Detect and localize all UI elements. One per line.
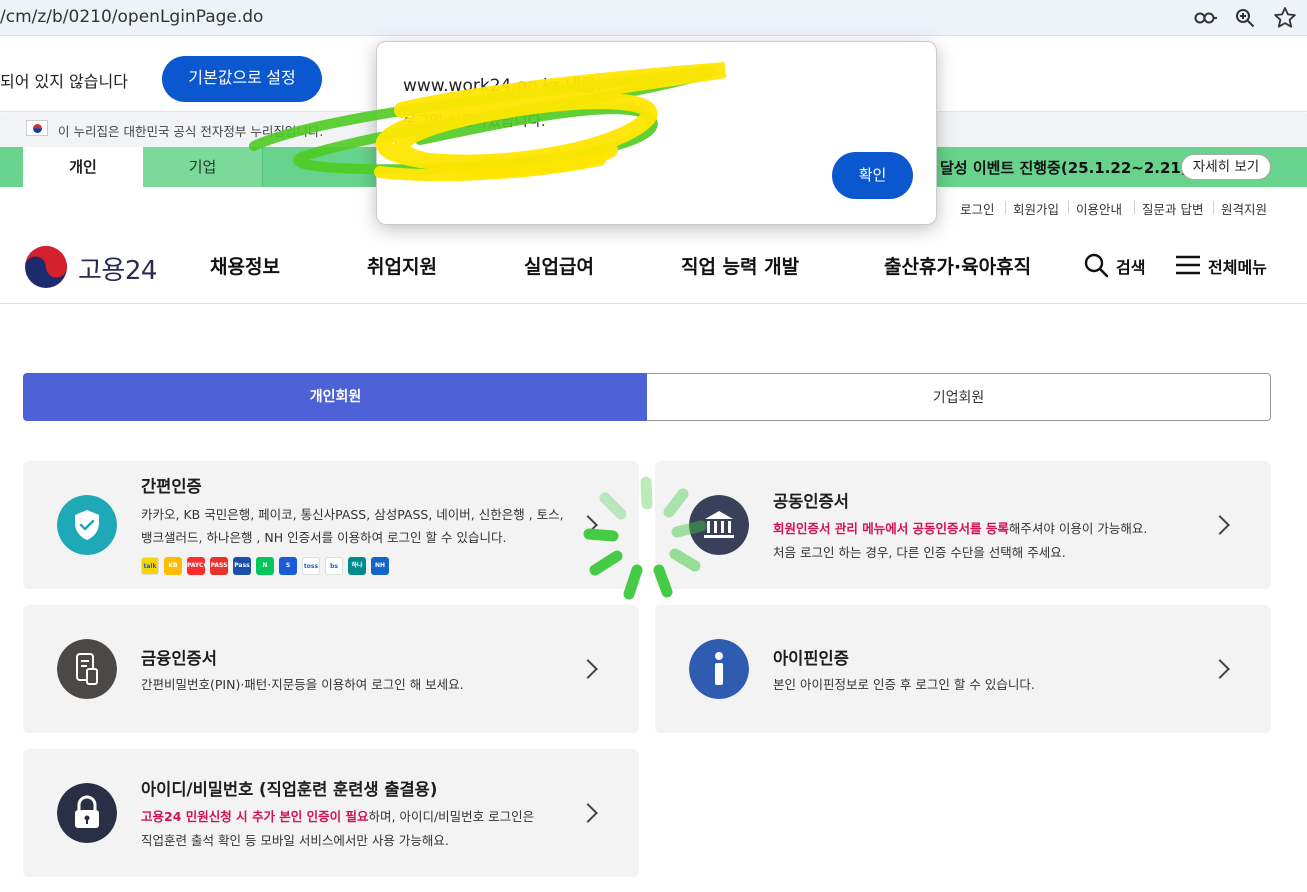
bank-logo-icon: 하나	[348, 557, 366, 575]
bank-logo-icon: S	[279, 557, 297, 575]
bookmark-star-icon[interactable]	[1272, 5, 1298, 31]
bank-logo-icon: PAYCO	[187, 557, 205, 575]
card-desc-2: 뱅크샐러드, 하나은행 , NH 인증서를 이용하여 로그인 할 수 있습니다.	[141, 530, 507, 545]
id-password-card[interactable]: 아이디/비밀번호 (직업훈련 훈련생 출결용) 고용24 민원신청 시 추가 본…	[23, 749, 639, 877]
card-desc-2: 직업훈련 출석 확인 등 모바일 서비스에서만 사용 가능해요.	[141, 833, 449, 848]
card-desc-1: 고용24 민원신청 시 추가 본인 인증이 필요하며, 아이디/비밀번호 로그인…	[141, 805, 534, 829]
bank-logo-icon: KB	[164, 557, 182, 575]
chevron-right-icon	[1210, 515, 1230, 535]
loading-spinner-icon	[583, 476, 707, 600]
tab-business-member[interactable]: 기업회원	[647, 373, 1271, 421]
shield-check-icon	[57, 495, 117, 555]
alert-dialog: www.work24.go.kr 내용: 로그인 성공하였습니다. 확인	[376, 41, 937, 225]
dialog-message: 로그인 성공하였습니다.	[403, 114, 546, 130]
joint-cert-card[interactable]: 공동인증서 회원인증서 관리 메뉴에서 공동인증서를 등록해주셔야 이용이 가능…	[655, 461, 1271, 589]
required-highlight: 고용24 민원신청 시 추가 본인 인증이 필요	[141, 809, 369, 824]
finance-cert-card[interactable]: 금융인증서 간편비밀번호(PIN)·패턴·지문등을 이용하여 로그인 해 보세요…	[23, 605, 639, 733]
chevron-right-icon	[1210, 659, 1230, 679]
bank-logo-icon: Pass	[233, 557, 251, 575]
dialog-ok-button[interactable]: 확인	[832, 152, 913, 199]
main-header: 고용24 채용정보 취업지원 실업급여 직업 능력 개발 출산휴가·육아휴직 검…	[0, 230, 1307, 304]
util-remote[interactable]: 원격지원	[1221, 199, 1267, 218]
card-desc-1: 카카오, KB 국민은행, 페이코, 통신사PASS, 삼성PASS, 네이버,…	[141, 507, 564, 522]
card-title: 공동인증서	[773, 492, 849, 511]
bank-logo-icon: toss	[302, 557, 320, 575]
card-title: 간편인증	[141, 477, 202, 496]
simple-auth-card[interactable]: 간편인증 카카오, KB 국민은행, 페이코, 통신사PASS, 삼성PASS,…	[23, 461, 639, 589]
util-guide[interactable]: 이용안내	[1076, 199, 1122, 218]
card-desc-1: 회원인증서 관리 메뉴에서 공동인증서를 등록해주셔야 이용이 가능해요.	[773, 517, 1147, 541]
korea-flag-icon	[26, 120, 48, 136]
bank-logo-icon: talk	[141, 557, 159, 575]
nav-jobs[interactable]: 채용정보	[210, 252, 280, 279]
info-icon	[689, 639, 749, 699]
lock-icon	[57, 783, 117, 843]
tab-business[interactable]: 기업	[143, 147, 263, 187]
bank-logo-icon: PASS	[210, 557, 228, 575]
tab-personal-member[interactable]: 개인회원	[23, 373, 648, 421]
chevron-right-icon	[578, 803, 598, 823]
chevron-right-icon	[578, 659, 598, 679]
set-default-button[interactable]: 기본값으로 설정	[162, 56, 322, 102]
card-desc-1-rest: 하며, 아이디/비밀번호 로그인은	[368, 809, 535, 824]
logo-taegeuk-icon[interactable]	[24, 245, 68, 289]
gov-banner-text: 이 누리집은 대한민국 공식 전자정부 누리집입니다.	[58, 124, 324, 139]
util-qna[interactable]: 질문과 답변	[1142, 199, 1203, 218]
card-title: 아이디/비밀번호 (직업훈련 훈련생 출결용)	[141, 780, 438, 799]
menu-label[interactable]: 전체메뉴	[1208, 254, 1267, 278]
logo-text[interactable]: 고용24	[78, 250, 157, 287]
nav-vocational-training[interactable]: 직업 능력 개발	[681, 252, 799, 279]
dialog-title: www.work24.go.kr 내용:	[403, 76, 603, 96]
search-icon[interactable]	[1083, 252, 1109, 278]
zoom-icon[interactable]	[1232, 5, 1258, 31]
card-desc-1: 간편비밀번호(PIN)·패턴·지문등을 이용하여 로그인 해 보세요.	[141, 677, 464, 692]
required-highlight: 회원인증서 관리 메뉴에서 공동인증서를 등록	[773, 521, 1009, 536]
card-desc-2: 처음 로그인 하는 경우, 다른 인증 수단을 선택해 주세요.	[773, 545, 1066, 560]
bank-logo-icon: NH	[371, 557, 389, 575]
util-signup[interactable]: 회원가입	[1013, 199, 1059, 218]
util-login[interactable]: 로그인	[960, 199, 995, 218]
event-banner-text[interactable]: 달성 이벤트 진행중(25.1.22~2.21)	[940, 157, 1188, 178]
card-title: 금융인증서	[141, 649, 217, 668]
infobar-message: 되어 있지 않습니다	[0, 72, 128, 91]
ipin-card[interactable]: 아이핀인증 본인 아이핀정보로 인증 후 로그인 할 수 있습니다.	[655, 605, 1271, 733]
bank-logo-icon: N	[256, 557, 274, 575]
key-icon[interactable]	[1192, 5, 1218, 31]
document-phone-icon	[57, 639, 117, 699]
browser-address-bar: /cm/z/b/0210/openLginPage.do	[0, 0, 1307, 36]
bank-logo-icon: bs	[325, 557, 343, 575]
search-label[interactable]: 검색	[1116, 254, 1145, 278]
card-desc-1-rest: 해주셔야 이용이 가능해요.	[1008, 521, 1148, 536]
tab-personal[interactable]: 개인	[23, 147, 143, 187]
url-text[interactable]: /cm/z/b/0210/openLginPage.do	[0, 7, 263, 27]
card-desc-1: 본인 아이핀정보로 인증 후 로그인 할 수 있습니다.	[773, 677, 1035, 692]
event-more-button[interactable]: 자세히 보기	[1181, 154, 1271, 180]
card-title: 아이핀인증	[773, 649, 849, 668]
nav-unemployment-benefit[interactable]: 실업급여	[524, 252, 594, 279]
menu-icon[interactable]	[1175, 252, 1201, 278]
nav-parental-leave[interactable]: 출산휴가·육아휴직	[884, 252, 1031, 279]
nav-employment-support[interactable]: 취업지원	[367, 252, 437, 279]
